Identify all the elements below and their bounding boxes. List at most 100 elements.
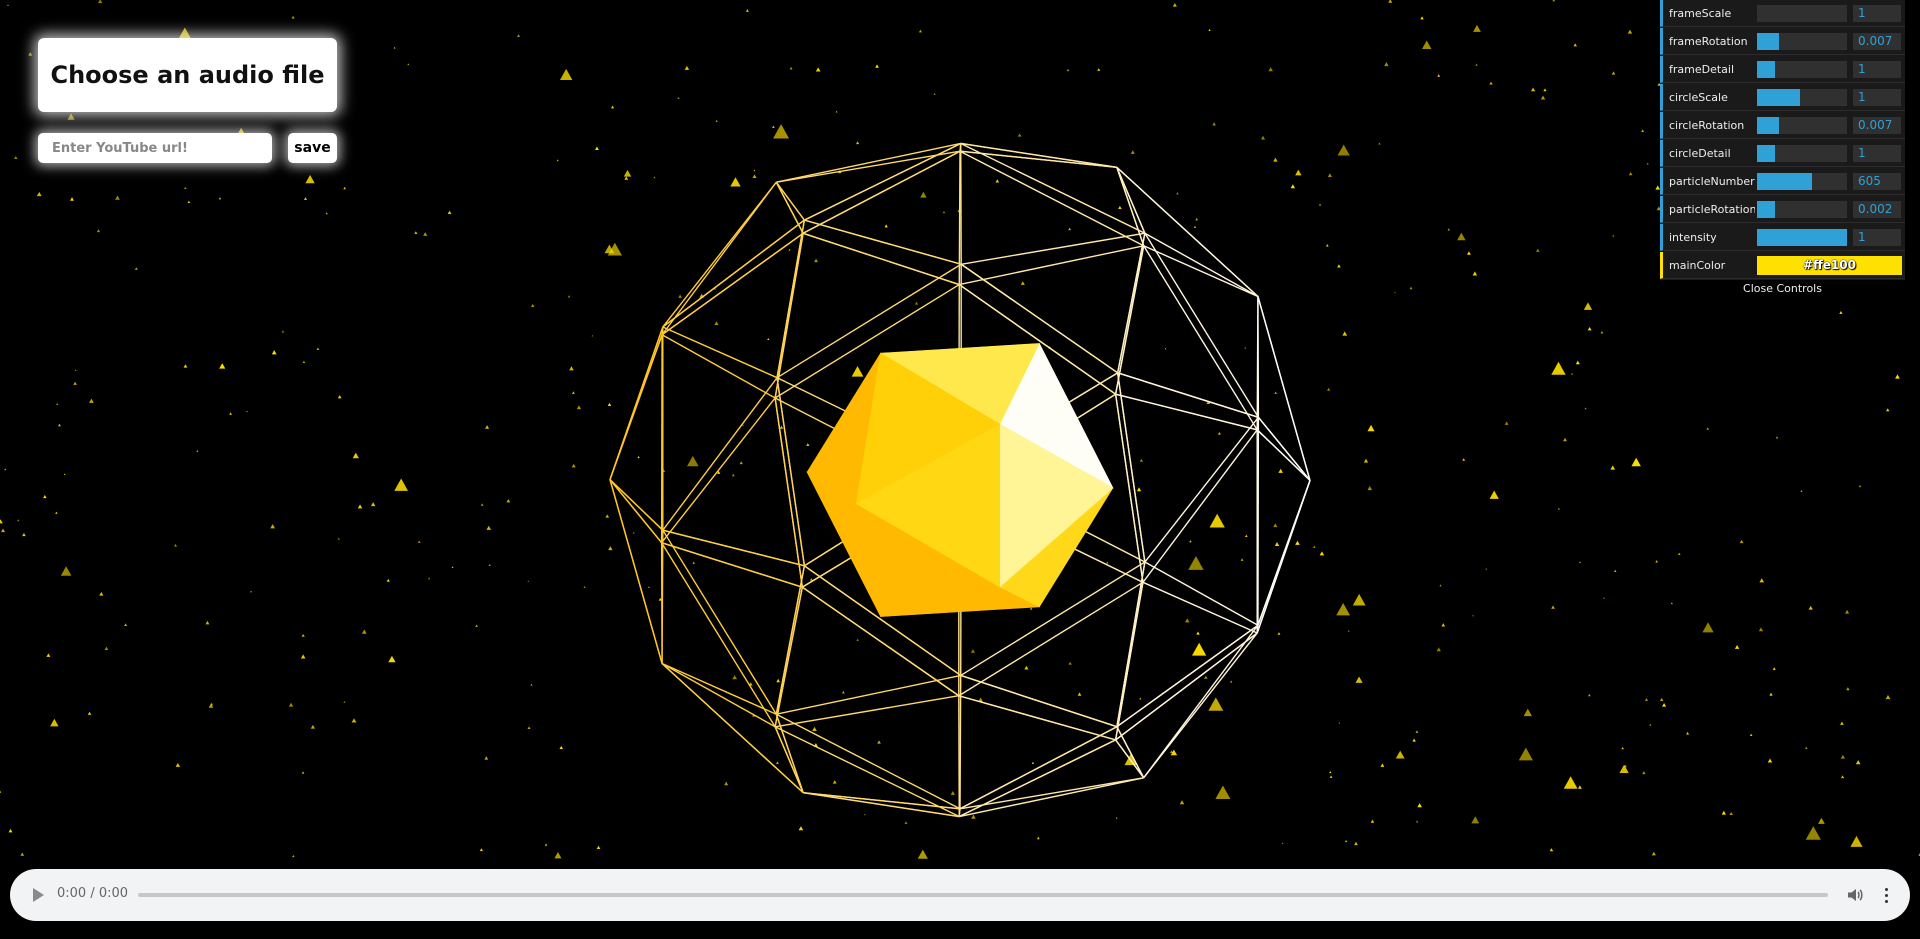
circleScale-value-input[interactable]: 1 (1853, 89, 1901, 106)
youtube-url-input[interactable] (38, 133, 272, 163)
particle (971, 814, 976, 819)
particleNumber-slider[interactable] (1757, 173, 1847, 190)
frameRotation-slider[interactable] (1757, 33, 1847, 50)
particle (1651, 851, 1656, 856)
particle (1066, 68, 1070, 72)
intensity-value-input[interactable]: 1 (1853, 229, 1901, 246)
particle (1329, 775, 1333, 778)
particle (591, 334, 594, 337)
circleRotation-slider[interactable] (1757, 117, 1847, 134)
frameRotation-value-input[interactable]: 0.007 (1853, 33, 1901, 50)
particle (1208, 697, 1224, 711)
particleRotation-value-input[interactable]: 0.002 (1853, 201, 1901, 218)
particle (428, 577, 431, 580)
particle (950, 791, 956, 795)
wireframe-edge (774, 587, 804, 727)
particle (1563, 776, 1578, 789)
frameDetail-slider[interactable] (1757, 61, 1847, 78)
control-label: intensity (1669, 230, 1717, 244)
wireframe-edge (609, 479, 663, 544)
particle (388, 655, 396, 663)
particleRotation-slider[interactable] (1757, 201, 1847, 218)
particle (798, 826, 804, 831)
particle (1839, 311, 1843, 314)
control-label: frameRotation (1669, 34, 1748, 48)
particle (394, 478, 409, 491)
particle (1578, 785, 1582, 789)
particle (1295, 169, 1302, 176)
intensity-slider[interactable] (1757, 229, 1847, 246)
particle (1840, 721, 1844, 725)
particle (1600, 331, 1604, 334)
circleDetail-slider[interactable] (1757, 145, 1847, 162)
particle (1706, 427, 1709, 430)
particle (1189, 540, 1192, 543)
circleScale-slider[interactable] (1757, 89, 1847, 106)
control-row-mainColor: mainColor #ffe100 (1660, 252, 1905, 279)
wireframe-edge (774, 726, 804, 793)
particle (623, 169, 632, 177)
wireframe-edge (1257, 296, 1311, 481)
close-controls-button[interactable]: Close Controls (1660, 280, 1905, 298)
particleNumber-value-input[interactable]: 605 (1853, 173, 1901, 190)
particle (918, 29, 922, 33)
control-row-intensity: intensity 1 (1660, 224, 1905, 251)
circleDetail-value-input[interactable]: 1 (1853, 145, 1901, 162)
particle (692, 561, 695, 564)
particle (1578, 561, 1582, 563)
wireframe-edge (1114, 245, 1145, 395)
particle (789, 66, 793, 70)
particle (43, 494, 47, 499)
frameScale-value-input[interactable]: 1 (1853, 5, 1901, 22)
particle (1208, 28, 1211, 32)
particle (1139, 458, 1144, 462)
particle (1549, 848, 1554, 852)
particle (1551, 605, 1555, 609)
particle (1759, 578, 1765, 583)
controls-list: frameScale 1 frameRotation 0.007 frameDetail… (1660, 0, 1905, 279)
wireframe-edge (776, 674, 961, 715)
particle (554, 852, 562, 859)
particle (1603, 597, 1605, 599)
main-color-picker[interactable]: #ffe100 (1757, 256, 1902, 275)
control-label: frameScale (1669, 6, 1732, 20)
particle (856, 638, 859, 641)
circleRotation-value-input[interactable]: 0.007 (1853, 117, 1901, 134)
particle (300, 654, 306, 659)
frameScale-slider[interactable] (1757, 5, 1847, 22)
particle (917, 849, 928, 859)
particle (527, 580, 530, 582)
wireframe-edge (776, 219, 806, 378)
particle (739, 461, 743, 465)
volume-icon[interactable] (1846, 886, 1864, 904)
wireframe-edge (1143, 245, 1258, 431)
play-icon[interactable] (30, 887, 46, 903)
particle (1370, 819, 1375, 823)
save-button[interactable]: save (288, 133, 337, 163)
particle (1193, 225, 1197, 228)
particle (1068, 661, 1072, 665)
slider-fill (1757, 33, 1779, 50)
particle (1523, 708, 1532, 717)
particle (337, 394, 342, 399)
particle (97, 0, 103, 4)
audio-seek-bar[interactable] (138, 893, 1828, 897)
wireframe-edge (959, 777, 1144, 810)
audio-player: 0:00 / 0:00 (10, 869, 1910, 921)
particle (1274, 542, 1280, 546)
particle (530, 683, 533, 686)
particle (1326, 244, 1329, 247)
particle (310, 724, 315, 729)
particle (229, 412, 232, 415)
particle (1840, 754, 1845, 759)
particle (1758, 627, 1764, 632)
more-options-icon[interactable] (1880, 884, 1892, 906)
particle (1412, 738, 1416, 742)
particle (1337, 264, 1341, 268)
particle (1118, 205, 1122, 210)
particle (684, 65, 690, 70)
choose-audio-file-button[interactable]: Choose an audio file (38, 38, 337, 112)
particle (814, 258, 818, 263)
frameDetail-value-input[interactable]: 1 (1853, 61, 1901, 78)
particle (246, 410, 248, 413)
